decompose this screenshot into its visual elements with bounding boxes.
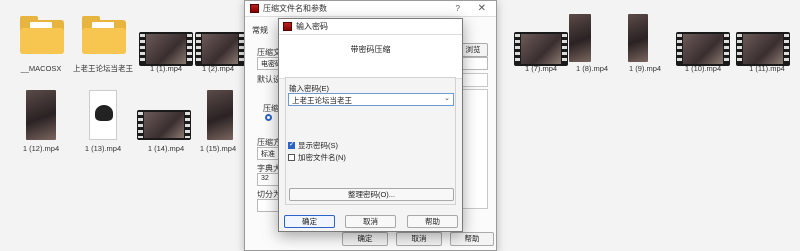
file-label: 上老王论坛当老王 [73,64,133,73]
file-label: 1 (12).mp4 [22,144,60,153]
show-password-checkbox[interactable]: 显示密码(S) [288,140,338,151]
tab-general[interactable]: 常规 [252,25,268,36]
file-label: 1 (9).mp4 [628,64,662,73]
cancel-button[interactable]: 取消 [396,232,442,246]
folder-item[interactable]: __MACOSX [8,8,74,78]
video-thumbnail [195,32,245,66]
encrypt-filenames-checkbox[interactable]: 加密文件名(N) [288,152,346,163]
file-label: 1 (10).mp4 [684,64,722,73]
file-label: 1 (13).mp4 [84,144,122,153]
video-thumbnail [569,14,591,62]
help-button[interactable]: 帮助 [407,215,458,228]
dialog-header: 带密码压缩 [279,35,462,79]
dialog-title: 输入密码 [296,22,328,31]
organize-passwords-button[interactable]: 整理密码(O)... [289,188,454,201]
video-thumbnail [137,110,191,140]
video-thumbnail [736,32,790,66]
video-file-item[interactable]: 1 (10).mp4 [670,8,736,78]
dictionary-size-select[interactable]: 32 [257,173,279,186]
file-label: 1 (15).mp4 [199,144,237,153]
video-file-item[interactable]: 1 (11).mp4 [734,8,800,78]
cancel-button[interactable]: 取消 [345,215,396,228]
video-thumbnail [26,90,56,140]
password-input[interactable]: 上老王论坛当老王 ⌄ [288,93,454,106]
folder-icon [82,16,126,54]
video-file-item[interactable]: 1 (15).mp4 [185,88,251,158]
ok-button[interactable]: 确定 [284,215,335,228]
winrar-icon [250,4,259,13]
folder-icon [20,16,64,54]
archive-format-label: 压缩 [263,104,279,113]
help-button[interactable]: 帮助 [450,232,494,246]
ok-button[interactable]: 确定 [342,232,388,246]
header-title: 带密码压缩 [350,45,391,54]
help-icon[interactable]: ? [456,4,460,13]
file-label: __MACOSX [20,64,62,73]
show-password-label: 显示密码(S) [298,141,338,150]
folder-item[interactable]: 上老王论坛当老王 [70,8,136,78]
compression-method-select[interactable]: 标准 [257,147,279,160]
video-file-item[interactable]: 1 (12).mp4 [8,88,74,158]
winrar-icon [283,22,292,31]
chevron-down-icon[interactable]: ⌄ [444,94,450,102]
video-file-item[interactable]: 1 (2).mp4 [185,8,251,78]
video-thumbnail [676,32,730,66]
format-radio[interactable] [265,114,272,121]
file-label: 1 (11).mp4 [749,64,785,73]
enter-password-dialog: 输入密码 带密码压缩 输入密码(E) 上老王论坛当老王 ⌄ 显示密码(S) 加密… [278,18,463,232]
checkbox-icon [288,154,295,161]
password-value: 上老王论坛当老王 [292,96,352,105]
dialog-titlebar: 输入密码 [279,19,462,35]
video-file-item[interactable]: 1 (13).mp4 [70,88,136,158]
close-icon[interactable]: ✕ [478,3,486,14]
encrypt-filenames-label: 加密文件名(N) [298,153,346,162]
checkbox-icon [288,140,295,149]
video-thumbnail [207,90,233,140]
file-label: 1 (2).mp4 [201,64,235,73]
video-thumbnail [89,90,117,140]
dialog-title: 压缩文件名和参数 [263,4,327,13]
video-file-item[interactable]: 1 (9).mp4 [612,8,678,78]
split-volumes-field[interactable] [257,199,279,212]
video-thumbnail [628,14,648,62]
